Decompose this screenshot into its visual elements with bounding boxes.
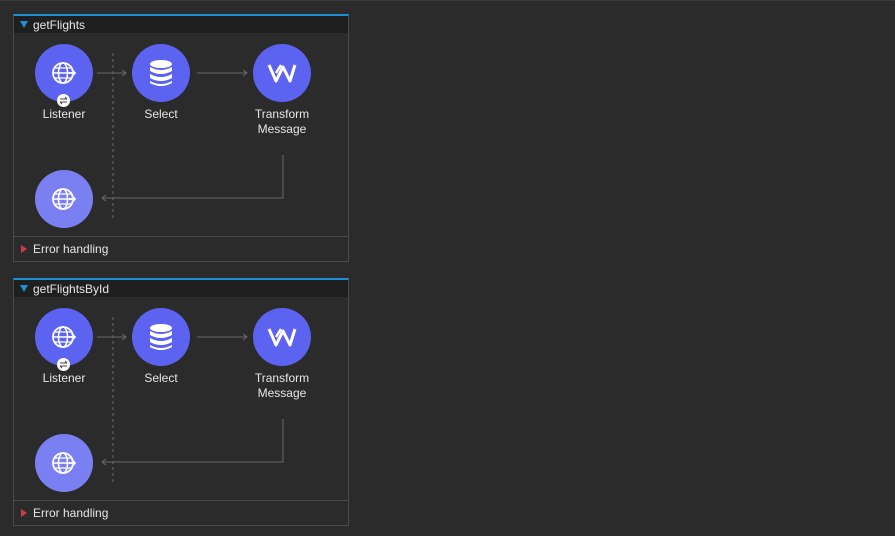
error-handling-section[interactable]: Error handling bbox=[14, 236, 348, 261]
transform-label: Transform Message bbox=[254, 371, 310, 400]
collapse-triangle-icon[interactable] bbox=[20, 285, 28, 292]
transform-icon bbox=[267, 64, 297, 83]
flow-title: getFlightsById bbox=[33, 281, 110, 296]
error-handling-label: Error handling bbox=[33, 506, 109, 520]
flow-header[interactable]: getFlightsById bbox=[14, 280, 348, 297]
listener-label: Listener bbox=[42, 371, 86, 385]
expand-triangle-icon[interactable] bbox=[21, 245, 27, 253]
select-label: Select bbox=[144, 107, 178, 121]
collapse-triangle-icon[interactable] bbox=[20, 21, 28, 28]
flow-canvas: Listener Select Transform Message bbox=[14, 33, 348, 237]
transform-label: Transform Message bbox=[254, 107, 310, 136]
listener-node[interactable] bbox=[35, 44, 93, 107]
select-node[interactable] bbox=[132, 308, 190, 366]
listener-label: Listener bbox=[42, 107, 86, 121]
expand-triangle-icon[interactable] bbox=[21, 509, 27, 517]
response-node[interactable] bbox=[35, 170, 93, 228]
source-badge-icon bbox=[57, 358, 70, 371]
flow-header[interactable]: getFlights bbox=[14, 16, 348, 33]
globe-arrow-icon bbox=[52, 188, 77, 210]
database-icon bbox=[150, 324, 172, 350]
flow-canvas: Listener Select Transform Message bbox=[14, 297, 348, 501]
source-badge-icon bbox=[57, 94, 70, 107]
transform-node[interactable] bbox=[253, 44, 311, 102]
globe-arrow-icon bbox=[52, 326, 77, 348]
flow-title: getFlights bbox=[33, 17, 86, 32]
globe-arrow-icon bbox=[52, 62, 77, 84]
select-label: Select bbox=[144, 371, 178, 385]
flow-container-getflightsbyid[interactable]: getFlightsById Listener Select Transform… bbox=[13, 278, 349, 526]
listener-node[interactable] bbox=[35, 308, 93, 371]
globe-arrow-icon bbox=[52, 452, 77, 474]
response-node[interactable] bbox=[35, 434, 93, 492]
flow-container-getflights[interactable]: getFlights Listener Select Transform Mes… bbox=[13, 14, 349, 262]
transform-node[interactable] bbox=[253, 308, 311, 366]
top-divider bbox=[0, 0, 895, 1]
error-handling-section[interactable]: Error handling bbox=[14, 500, 348, 525]
error-handling-label: Error handling bbox=[33, 242, 109, 256]
transform-icon bbox=[267, 328, 297, 347]
select-node[interactable] bbox=[132, 44, 190, 102]
database-icon bbox=[150, 60, 172, 86]
